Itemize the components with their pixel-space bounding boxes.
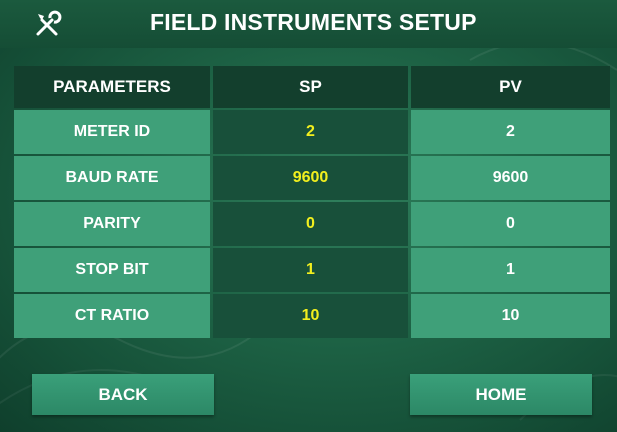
title-bar: FIELD INSTRUMENTS SETUP [0,0,617,48]
pv-value-baud-rate: 9600 [411,156,610,200]
param-label-stop-bit: STOP BIT [14,248,210,292]
column-header-sp: SP [213,66,408,108]
page-title: FIELD INSTRUMENTS SETUP [150,9,477,35]
back-button[interactable]: BACK [32,374,214,415]
sp-value-parity[interactable]: 0 [213,202,408,246]
pv-value-stop-bit: 1 [411,248,610,292]
param-label-baud-rate: BAUD RATE [14,156,210,200]
param-label-meter-id: METER ID [14,110,210,154]
sp-value-meter-id[interactable]: 2 [213,110,408,154]
sp-value-stop-bit[interactable]: 1 [213,248,408,292]
pv-value-meter-id: 2 [411,110,610,154]
home-button[interactable]: HOME [410,374,592,415]
sp-value-baud-rate[interactable]: 9600 [213,156,408,200]
param-label-parity: PARITY [14,202,210,246]
pv-value-parity: 0 [411,202,610,246]
column-header-parameters: PARAMETERS [14,66,210,108]
param-label-ct-ratio: CT RATIO [14,294,210,338]
column-header-pv: PV [411,66,610,108]
setup-screen: FIELD INSTRUMENTS SETUP PARAMETERS SP PV… [0,0,617,432]
sp-value-ct-ratio[interactable]: 10 [213,294,408,338]
tools-icon [36,10,62,36]
pv-value-ct-ratio: 10 [411,294,610,338]
